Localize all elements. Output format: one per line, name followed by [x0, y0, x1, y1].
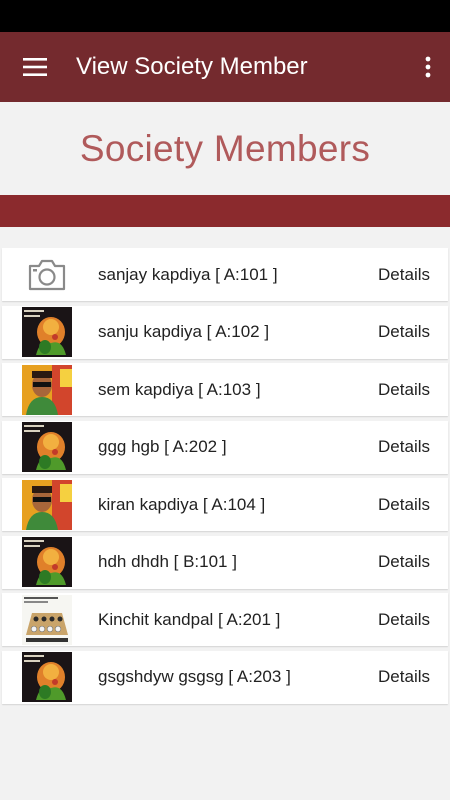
member-photo	[22, 422, 72, 472]
member-photo	[22, 537, 72, 587]
member-name: kiran kapdiya [ A:104 ]	[98, 494, 266, 514]
hamburger-menu-icon[interactable]	[0, 32, 70, 102]
member-row[interactable]: sanju kapdiya [ A:102 ] Details	[2, 305, 448, 359]
member-photo	[22, 594, 72, 645]
member-name: ggg hgb [ A:202 ]	[98, 437, 227, 456]
member-name: hdh dhdh [ B:101 ]	[98, 552, 237, 571]
member-row[interactable]: ggg hgb [ A:202 ] Details	[2, 420, 448, 474]
member-row[interactable]: kiran kapdiya [ A:104 ] Details	[2, 478, 448, 531]
details-button[interactable]: Details	[378, 380, 430, 400]
member-row[interactable]: gsgshdyw gsgsg [ A:203 ] Details	[2, 650, 448, 704]
details-button[interactable]: Details	[378, 495, 430, 515]
member-photo	[22, 652, 72, 702]
details-button[interactable]: Details	[378, 322, 430, 342]
member-list: sanjay kapdiya [ A:101 ] Details sanju kap…	[2, 248, 448, 708]
more-vert-icon[interactable]	[406, 32, 450, 102]
app-bar: View Society Member	[0, 32, 450, 102]
details-button[interactable]: Details	[378, 667, 430, 687]
member-photo	[22, 479, 72, 530]
member-name: gsgshdyw gsgsg [ A:203 ]	[98, 667, 291, 686]
member-name: sanjay kapdiya [ A:101 ]	[98, 264, 278, 284]
member-row[interactable]: sem kapdiya [ A:103 ] Details	[2, 363, 448, 416]
details-button[interactable]: Details	[378, 610, 430, 630]
member-name: Kinchit kandpal [ A:201 ]	[98, 609, 281, 629]
member-name: sem kapdiya [ A:103 ]	[98, 379, 261, 399]
member-photo	[22, 307, 72, 357]
details-button[interactable]: Details	[378, 265, 430, 285]
page-title: Society Members	[79, 127, 371, 169]
header-panel: Society Members	[0, 102, 450, 195]
app-bar-title: View Society Member	[76, 53, 308, 80]
member-photo	[22, 364, 72, 415]
member-row[interactable]: sanjay kapdiya [ A:101 ] Details	[2, 248, 448, 301]
member-row[interactable]: hdh dhdh [ B:101 ] Details	[2, 535, 448, 589]
camera-placeholder-icon	[22, 250, 72, 300]
member-name: sanju kapdiya [ A:102 ]	[98, 322, 270, 341]
details-button[interactable]: Details	[378, 437, 430, 457]
member-row[interactable]: Kinchit kandpal [ A:201 ] Details	[2, 593, 448, 646]
header-divider-band	[0, 195, 450, 227]
details-button[interactable]: Details	[378, 552, 430, 572]
status-bar	[0, 0, 450, 32]
